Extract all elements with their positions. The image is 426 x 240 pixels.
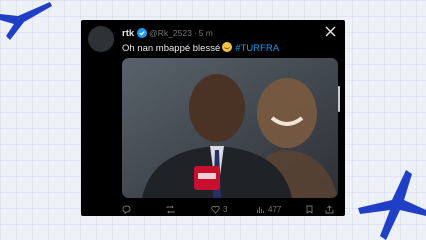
tweet-card[interactable]: rtk @Rk_2523 · 5 m Oh nan mbappé blessé #… [81,20,345,216]
like-count: 3 [223,204,228,214]
tweet-image[interactable] [122,58,338,198]
share-icon [325,204,334,213]
star-decoration [358,170,426,240]
avatar[interactable] [88,26,114,52]
tweet-body: Oh nan mbappé blessé [122,43,221,54]
handle[interactable]: @Rk_2523 [149,28,192,38]
tweet-header: rtk @Rk_2523 · 5 m [122,27,213,39]
hashtag-link[interactable]: #TURFRA [235,43,279,54]
bookmark-button[interactable] [305,204,314,214]
share-button[interactable] [325,204,334,214]
reply-button[interactable] [122,204,134,214]
display-name[interactable]: rtk [122,28,134,39]
star-decoration [0,2,52,40]
separator: · [193,28,197,38]
bookmark-icon [306,205,313,214]
reply-icon [122,205,131,214]
retweet-icon [166,205,175,213]
like-button[interactable]: 3 [211,204,227,214]
views-button[interactable]: 477 [256,204,281,214]
scrollbar[interactable] [338,86,340,112]
x-logo-icon [325,26,336,37]
heart-icon [211,205,220,214]
retweet-button[interactable] [166,204,178,214]
action-bar: 3 477 [122,204,338,214]
views-icon [257,206,264,213]
view-count: 477 [268,204,282,214]
verified-icon [137,28,148,38]
tweet-text: Oh nan mbappé blessé #TURFRA [122,42,279,54]
photo-illustration [122,58,338,198]
timestamp[interactable]: 5 m [199,28,213,38]
grimacing-emoji-icon [222,42,233,52]
